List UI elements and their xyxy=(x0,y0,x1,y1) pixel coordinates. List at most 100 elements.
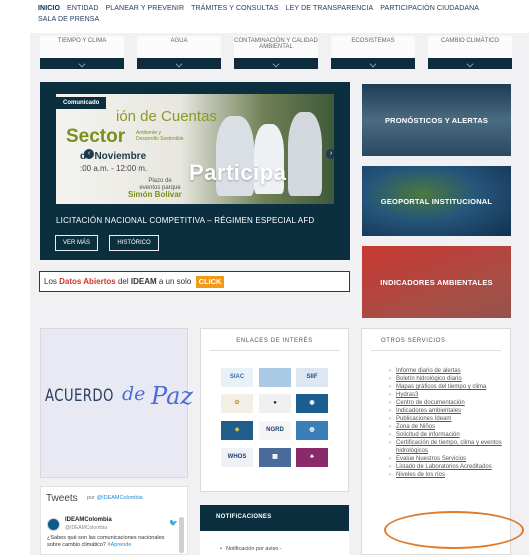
datos-text: del xyxy=(115,277,131,286)
nav-transparencia[interactable]: LEY DE TRANSPARENCIA xyxy=(286,3,374,14)
tweet-author-name[interactable]: IDEAMColombia xyxy=(65,517,112,523)
hero-image-sector: Sector xyxy=(66,126,126,147)
hero-caption[interactable]: LICITACIÓN NACIONAL COMPETITIVA – RÉGIME… xyxy=(56,216,314,225)
chevron-down-icon xyxy=(175,60,183,68)
partner-logo[interactable] xyxy=(259,368,291,387)
scrollbar[interactable] xyxy=(179,517,184,553)
nav-planear-prevenir[interactable]: PLANEAR Y PREVENIR xyxy=(106,3,185,14)
tab-ecosistemas[interactable]: ECOSISTEMAS xyxy=(331,36,415,69)
acuerdo-word: ACUERDO xyxy=(45,386,114,406)
avatar[interactable] xyxy=(47,518,60,531)
service-link[interactable]: Publicaciones Ideam xyxy=(389,415,506,423)
thumb-label: GEOPORTAL INSTITUCIONAL xyxy=(380,196,493,206)
service-link[interactable]: Niveles de los ríos xyxy=(389,471,506,479)
pronosticos-alertas-link[interactable]: PRONÓSTICOS Y ALERTAS xyxy=(362,84,511,156)
nav-inicio[interactable]: INICIO xyxy=(38,3,60,14)
chevron-down-icon xyxy=(272,60,280,68)
comunicado-badge: Comunicado xyxy=(56,97,107,109)
service-link[interactable]: Hydras3 xyxy=(389,391,506,399)
hero-image-title: ión de Cuentas xyxy=(116,108,217,125)
service-link[interactable]: Certificación de tiempo, clima y eventos… xyxy=(389,439,506,455)
service-link[interactable]: Listado de Laboratorios Acreditados xyxy=(389,463,506,471)
geoportal-link[interactable]: GEOPORTAL INSTITUCIONAL xyxy=(362,166,511,236)
tab-contaminacion[interactable]: CONTAMINACIÓN Y CALIDAD AMBIENTAL xyxy=(234,36,318,69)
partner-logo[interactable]: ● xyxy=(259,394,291,413)
service-link[interactable]: Informe diario de alertas xyxy=(389,367,506,375)
partner-logo[interactable]: ✿ xyxy=(221,394,253,413)
tab-label: CAMBIO CLIMÁTICO xyxy=(428,36,512,58)
acuerdo-word: de xyxy=(122,383,146,405)
service-link[interactable]: Boletín hidrológico diario xyxy=(389,375,506,383)
tab-label: TIEMPO Y CLIMA xyxy=(40,36,124,58)
tab-agua[interactable]: AGUA xyxy=(137,36,221,69)
tweet-text: ¿Sabes qué son las comunicaciones nacion… xyxy=(47,535,172,549)
partner-logo[interactable]: SIAC xyxy=(221,368,253,387)
partner-logo[interactable]: ♣ xyxy=(296,448,328,467)
hero-image-participa: Participa xyxy=(189,160,287,185)
service-link[interactable]: Zona de Niños xyxy=(389,423,506,431)
hero-image[interactable]: ión de Cuentas Sector Ambiente y Desarro… xyxy=(56,94,334,204)
datos-text: Los xyxy=(44,277,60,286)
tweets-by-handle[interactable]: @IDEAMColombia xyxy=(96,495,142,501)
acuerdo-de-paz-banner[interactable]: ACUERDO de Paz xyxy=(40,328,193,478)
tab-label: ECOSISTEMAS xyxy=(331,36,415,58)
indicadores-ambientales-link[interactable]: INDICADORES AMBIENTALES xyxy=(362,246,511,318)
partner-logo[interactable]: ◈ xyxy=(221,421,253,440)
otros-title: OTROS SERVICIOS xyxy=(381,338,446,344)
service-link[interactable]: Centro de documentación xyxy=(389,399,506,407)
tab-label: CONTAMINACIÓN Y CALIDAD AMBIENTAL xyxy=(234,36,318,58)
service-link[interactable]: Mapas gráficos del tiempo y clima xyxy=(389,383,506,391)
partner-logo[interactable]: ▦ xyxy=(259,448,291,467)
tab-tiempo-clima[interactable]: TIEMPO Y CLIMA xyxy=(40,36,124,69)
service-link[interactable]: Indicadores ambientales xyxy=(389,407,506,415)
nav-participacion[interactable]: PARTICIPACIÓN CIUDADANA xyxy=(380,3,479,14)
tweets-widget: Tweets por @IDEAMColombia IDEAMColombia … xyxy=(40,486,188,555)
datos-text: a un solo xyxy=(156,277,194,286)
hero-image-sector-sub: Ambiente y Desarrollo Sostenible xyxy=(136,130,184,142)
notificaciones-panel: NOTIFICACIONES Notificación por aviso - xyxy=(200,505,349,555)
datos-abiertos-banner[interactable]: Los Datos Abiertos del IDEAM a un solo C… xyxy=(39,271,350,292)
nav-sala-prensa[interactable]: SALA DE PRENSA xyxy=(38,14,99,25)
enlaces-de-interes-panel: ENLACES DE INTERÉS SIAC SIIF ✿ ● ◉ ◈ NGRD ◍ WHOS… xyxy=(200,328,349,492)
hero-image-time: :00 a.m. - 12:00 m. xyxy=(80,164,148,173)
tweet-author-handle: @IDEAMColombia xyxy=(65,525,108,531)
twitter-bird-icon: 🐦 xyxy=(169,520,178,527)
datos-org: IDEAM xyxy=(130,277,157,286)
tweets-by: por @IDEAMColombia xyxy=(87,495,143,501)
datos-highlight: Datos Abiertos xyxy=(59,277,116,286)
otros-servicios-panel: OTROS SERVICIOS Informe diario de alerta… xyxy=(361,328,511,555)
chevron-down-icon xyxy=(369,60,377,68)
enlaces-title: ENLACES DE INTERÉS xyxy=(236,338,313,344)
notificaciones-title: NOTIFICACIONES xyxy=(216,514,272,520)
ver-mas-button[interactable]: VER MÁS xyxy=(55,235,98,251)
tweet-body: ¿Sabes qué son las comunicaciones nacion… xyxy=(47,535,165,548)
person-image xyxy=(288,112,322,196)
otros-servicios-list: Informe diario de alertasBoletín hidroló… xyxy=(389,367,506,479)
nav-entidad[interactable]: ENTIDAD xyxy=(67,3,98,14)
thumb-label: PRONÓSTICOS Y ALERTAS xyxy=(384,115,489,125)
partner-logo[interactable]: SIIF xyxy=(296,368,328,387)
tweets-title: Tweets xyxy=(46,493,78,504)
partner-logo[interactable]: NGRD xyxy=(259,421,291,440)
nav-tramites[interactable]: TRÁMITES Y CONSULTAS xyxy=(191,3,278,14)
thumb-label: INDICADORES AMBIENTALES xyxy=(380,277,493,287)
service-link[interactable]: Solicitud de información xyxy=(389,431,506,439)
partner-logo[interactable]: WHOS xyxy=(221,448,253,467)
main-navigation: INICIO ENTIDAD PLANEAR Y PREVENIR TRÁMIT… xyxy=(38,3,518,25)
service-link[interactable]: Evalúe Nuestros Servicios xyxy=(389,455,506,463)
chevron-down-icon xyxy=(78,60,86,68)
tweet-hashtag[interactable]: #Aprende xyxy=(108,542,132,548)
notificacion-item[interactable]: Notificación por aviso - xyxy=(220,546,282,552)
tab-cambio-climatico[interactable]: CAMBIO CLIMÁTICO xyxy=(428,36,512,69)
chevron-right-icon[interactable]: › xyxy=(326,149,334,159)
acuerdo-word: Paz xyxy=(151,382,194,410)
partner-logo[interactable]: ◉ xyxy=(296,394,328,413)
click-button[interactable]: CLICK xyxy=(195,276,225,288)
tweets-by-label: por xyxy=(87,495,95,501)
historico-button[interactable]: HISTÓRICO xyxy=(109,235,159,251)
chevron-down-icon xyxy=(466,60,474,68)
partner-logo[interactable]: ◍ xyxy=(296,421,328,440)
tab-label: AGUA xyxy=(137,36,221,58)
chevron-left-icon[interactable]: ‹ xyxy=(84,149,94,159)
hero-image-bolivar: Simón Bolívar xyxy=(128,190,182,199)
